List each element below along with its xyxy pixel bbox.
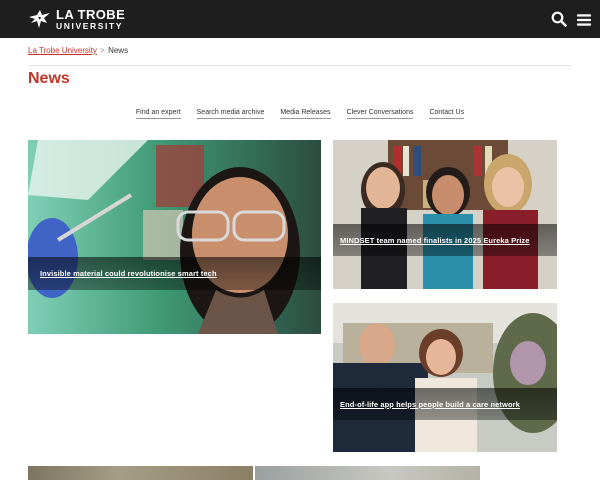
story-caption: Invisible material could revolutionise s… [28, 257, 321, 290]
story-card-end-of-life-app[interactable]: End-of-life app helps people build a car… [333, 303, 557, 452]
story-headline-link[interactable]: MINDSET team named finalists in 2025 Eur… [340, 236, 530, 245]
story-headline-link[interactable]: Invisible material could revolutionise s… [40, 269, 217, 278]
breadcrumb: La Trobe University > News [28, 46, 128, 55]
hamburger-menu-icon[interactable] [576, 12, 592, 28]
breadcrumb-current: News [108, 46, 129, 55]
subnav-find-an-expert[interactable]: Find an expert [135, 109, 181, 119]
breadcrumb-divider [28, 65, 572, 66]
logo-wordmark-bottom: UNIVERSITY [56, 20, 124, 31]
story-image-scientist [28, 140, 321, 334]
story-image-mindset-team [333, 140, 557, 289]
breadcrumb-separator: > [100, 46, 105, 55]
story-caption: MINDSET team named finalists in 2025 Eur… [333, 224, 557, 256]
story-card-smart-tech[interactable]: Invisible material could revolutionise s… [28, 140, 321, 334]
story-image-couple [333, 303, 557, 452]
site-header: LA TROBE UNIVERSITY [0, 0, 600, 38]
story-card-partial[interactable] [255, 466, 480, 480]
breadcrumb-home-link[interactable]: La Trobe University [28, 46, 97, 55]
subnav-media-releases[interactable]: Media Releases [280, 109, 331, 119]
la-trobe-logo[interactable]: LA TROBE UNIVERSITY [28, 7, 125, 31]
logo-wordmark-top: LA TROBE [56, 6, 126, 22]
page-title: News [28, 70, 70, 87]
story-card-mindset-eureka[interactable]: MINDSET team named finalists in 2025 Eur… [333, 140, 557, 289]
eagle-logo-icon [29, 10, 50, 28]
search-icon[interactable] [551, 11, 567, 27]
subnav-search-media-archive[interactable]: Search media archive [196, 109, 265, 119]
news-subnav: Find an expert Search media archive Medi… [0, 109, 600, 119]
story-headline-link[interactable]: End-of-life app helps people build a car… [340, 400, 520, 409]
subnav-contact-us[interactable]: Contact Us [429, 109, 465, 119]
subnav-clever-conversations[interactable]: Clever Conversations [346, 109, 414, 119]
story-card-partial[interactable] [28, 466, 253, 480]
story-caption: End-of-life app helps people build a car… [333, 388, 557, 420]
